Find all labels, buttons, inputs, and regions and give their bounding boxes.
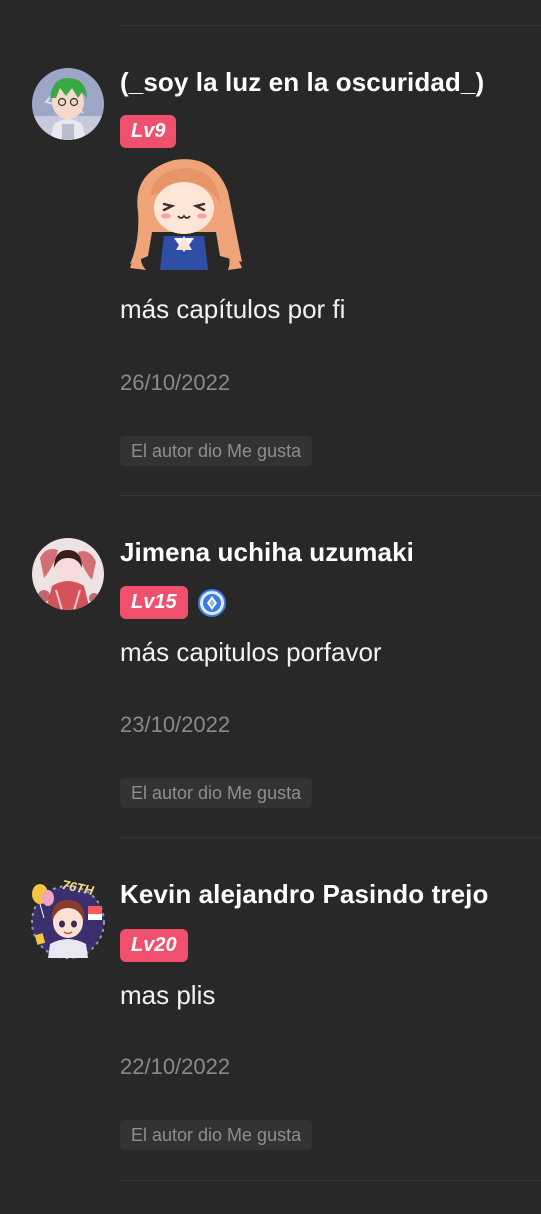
- level-badge: Lv20: [120, 929, 188, 962]
- avatar[interactable]: [32, 538, 104, 610]
- comment-username[interactable]: (_soy la luz en la oscuridad_): [120, 67, 484, 98]
- level-badge: Lv9: [120, 115, 177, 148]
- comment-username[interactable]: Kevin alejandro Pasindo trejo: [120, 879, 488, 910]
- author-liked-chip: El autor dio Me gusta: [120, 778, 313, 808]
- avatar[interactable]: [26, 882, 110, 962]
- comment-divider: [120, 25, 541, 26]
- author-liked-chip: El autor dio Me gusta: [120, 436, 313, 466]
- comment-divider: [120, 837, 541, 838]
- comment-username[interactable]: Jimena uchiha uzumaki: [120, 537, 414, 568]
- comment-sticker: [124, 152, 244, 272]
- avatar[interactable]: [32, 68, 104, 140]
- comment-divider: [120, 495, 541, 496]
- comment-date: 22/10/2022: [120, 1054, 231, 1079]
- comment-text: más capitulos porfavor: [120, 637, 382, 667]
- comment-text: mas plis: [120, 980, 216, 1010]
- comment-date: 26/10/2022: [120, 370, 231, 395]
- comment-text: más capítulos por fi: [120, 294, 346, 324]
- comment-date: 23/10/2022: [120, 712, 231, 737]
- comment-divider: [120, 1180, 541, 1181]
- level-badge: Lv15: [120, 586, 188, 619]
- vip-diamond-icon: [197, 588, 227, 618]
- author-liked-chip: El autor dio Me gusta: [120, 1120, 313, 1150]
